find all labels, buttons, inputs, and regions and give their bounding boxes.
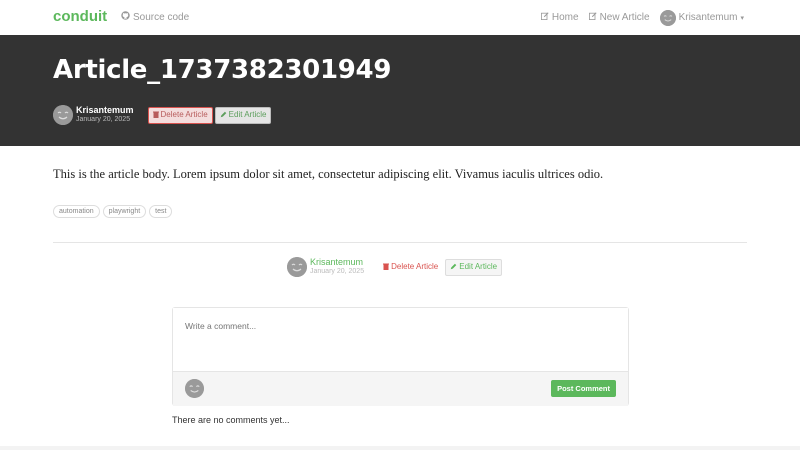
footer-divider [0, 446, 800, 450]
edit-icon [540, 12, 549, 23]
avatar [659, 9, 676, 26]
source-code-label: Source code [133, 11, 190, 23]
article-body: This is the article body. Lorem ipsum do… [53, 167, 604, 181]
delete-article-label: Delete Article [160, 110, 208, 119]
edit-article-button[interactable]: Edit Article [445, 258, 503, 276]
comment-form: Post Comment [172, 307, 629, 406]
tag-pill[interactable]: test [149, 205, 173, 218]
author-info: Krisantemum January 20, 2025 [76, 105, 134, 124]
article-date: January 20, 2025 [76, 116, 131, 124]
nav-home-link[interactable]: Home [540, 12, 579, 23]
pencil-icon [220, 111, 227, 120]
delete-article-button[interactable]: Delete Article [147, 106, 213, 124]
post-comment-button[interactable]: Post Comment [551, 380, 616, 397]
tag-list: automation playwright test [53, 205, 173, 218]
nav-user-name: Krisantemum [678, 12, 738, 23]
article-banner: Article_1737382301949 Krisantemum Januar… [0, 35, 800, 146]
nav-new-article-link[interactable]: New Article [588, 12, 650, 23]
article-date: January 20, 2025 [310, 268, 365, 276]
comment-form-footer: Post Comment [173, 371, 628, 406]
trash-icon [152, 111, 159, 120]
delete-article-button[interactable]: Delete Article [378, 258, 444, 276]
caret-down-icon: ▾ [740, 14, 744, 22]
nav-home-label: Home [551, 12, 579, 23]
edit-article-button[interactable]: Edit Article [214, 106, 272, 124]
divider [53, 242, 747, 243]
source-code-link[interactable]: Source code [121, 11, 189, 23]
comment-input[interactable] [173, 308, 628, 371]
avatar[interactable] [287, 257, 307, 277]
edit-article-label: Edit Article [459, 262, 498, 271]
author-name[interactable]: Krisantemum [76, 105, 134, 116]
author-name[interactable]: Krisantemum [310, 257, 364, 268]
edit-article-label: Edit Article [228, 110, 267, 119]
no-comments-message: There are no comments yet... [172, 415, 290, 425]
edit-icon [588, 12, 597, 23]
nav-right: Home New Article Krisantemum ▾ [540, 0, 744, 35]
navbar: conduit Source code Home New Article Kri… [0, 0, 800, 35]
tag-pill[interactable]: playwright [102, 205, 147, 218]
nav-user-menu[interactable]: Krisantemum ▾ [659, 9, 744, 26]
nav-new-article-label: New Article [599, 12, 650, 23]
article-meta-bottom: Krisantemum January 20, 2025 Delete Arti… [287, 257, 504, 277]
delete-article-label: Delete Article [391, 262, 439, 271]
avatar [185, 379, 204, 398]
author-info: Krisantemum January 20, 2025 [310, 257, 365, 276]
github-icon [121, 11, 130, 23]
pencil-icon [450, 263, 457, 272]
article-meta: Krisantemum January 20, 2025 Delete Arti… [53, 105, 273, 125]
trash-icon [383, 263, 390, 272]
brand-logo[interactable]: conduit [53, 8, 107, 25]
tag-pill[interactable]: automation [53, 205, 100, 218]
article-title: Article_1737382301949 [53, 55, 392, 85]
avatar[interactable] [53, 105, 73, 125]
